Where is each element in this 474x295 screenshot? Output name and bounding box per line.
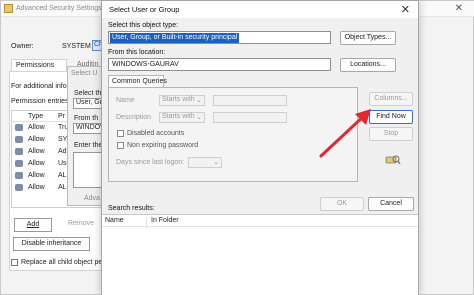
remove-button[interactable]: Remove — [60, 218, 102, 232]
chevron-down-icon: ⌄ — [213, 159, 219, 166]
add-button[interactable]: Add — [14, 218, 52, 232]
entry-type: Allow — [28, 172, 45, 179]
middle-select-label: Select th — [74, 90, 102, 97]
user-icon — [15, 124, 23, 131]
description-query-input[interactable] — [213, 112, 287, 123]
location-field[interactable]: WINDOWS-GAURAV — [108, 58, 331, 71]
column-type[interactable]: Type — [28, 113, 43, 120]
name-match-value: Starts with — [162, 96, 195, 103]
object-types-button[interactable]: Object Types... — [340, 31, 396, 45]
entry-type: Allow — [28, 124, 45, 131]
entry-type: Allow — [28, 160, 45, 167]
name-label: Name — [116, 97, 135, 104]
search-results-list[interactable]: Name In Folder — [102, 214, 418, 295]
entry-type: Allow — [28, 184, 45, 191]
user-icon — [15, 136, 23, 143]
chevron-down-icon: ⌄ — [196, 97, 202, 104]
name-query-input[interactable] — [213, 95, 287, 106]
dialog-title: Select User or Group — [109, 5, 180, 14]
owner-value: SYSTEM — [62, 43, 91, 50]
user-icon — [15, 184, 23, 191]
description-label: Description — [116, 114, 152, 121]
columns-button[interactable]: Columns... — [369, 92, 413, 106]
find-now-button[interactable]: Find Now — [369, 110, 413, 124]
days-since-logon-select[interactable]: ⌄ — [188, 157, 222, 168]
description-match-select[interactable]: Starts with ⌄ — [159, 112, 205, 123]
search-results-icon — [385, 155, 401, 165]
object-type-value: User, Group, or Built-in security princi… — [110, 33, 240, 43]
disabled-accounts-label: Disabled accounts — [127, 130, 185, 137]
user-icon — [15, 148, 23, 155]
object-type-label: Select this object type: — [108, 22, 179, 29]
owner-label: Owner: — [11, 43, 34, 50]
non-expiring-password-label: Non expiring password — [127, 142, 199, 149]
additional-info-text: For additional info — [11, 83, 67, 90]
chevron-down-icon: ⌄ — [196, 114, 202, 121]
replace-child-permissions-checkbox[interactable] — [11, 259, 18, 266]
disable-inheritance-button[interactable]: Disable inheritance — [13, 237, 90, 251]
user-icon — [15, 160, 23, 167]
non-expiring-password-checkbox[interactable] — [117, 142, 124, 149]
object-type-field[interactable]: User, Group, or Built-in security princi… — [108, 31, 331, 44]
results-header: Name In Folder — [102, 215, 418, 229]
locations-button[interactable]: Locations... — [340, 58, 396, 72]
days-since-logon-label: Days since last logon: — [116, 159, 185, 166]
middle-advanced-button[interactable]: Adva — [84, 195, 100, 202]
permission-entries-label: Permission entries: — [11, 98, 71, 105]
red-arrow-annotation — [319, 109, 371, 158]
middle-dialog-title: Select U — [71, 70, 98, 77]
entry-type: Allow — [28, 136, 45, 143]
description-match-value: Starts with — [162, 113, 195, 120]
disabled-accounts-checkbox[interactable] — [117, 130, 124, 137]
tab-permissions[interactable]: Permissions — [11, 59, 67, 71]
column-in-folder[interactable]: In Folder — [151, 217, 179, 224]
close-icon[interactable]: ✕ — [455, 3, 463, 14]
column-principal[interactable]: Pr — [58, 113, 65, 120]
stop-button[interactable]: Stop — [369, 127, 413, 141]
user-icon — [15, 172, 23, 179]
security-shield-icon — [4, 4, 13, 13]
column-name[interactable]: Name — [105, 217, 124, 224]
entry-type: Allow — [28, 148, 45, 155]
middle-from-label: From th — [74, 115, 99, 122]
location-label: From this location: — [108, 49, 166, 56]
close-icon[interactable]: ✕ — [401, 3, 410, 16]
dialog-titlebar: Select User or Group ✕ — [102, 1, 418, 18]
ok-button[interactable]: OK — [320, 197, 364, 211]
column-divider[interactable] — [146, 217, 147, 229]
cancel-button[interactable]: Cancel — [368, 197, 414, 211]
replace-child-permissions-label: Replace all child object pe — [21, 259, 103, 266]
name-match-select[interactable]: Starts with ⌄ — [159, 95, 205, 106]
search-results-label: Search results: — [108, 205, 155, 212]
back-window-title: Advanced Security Settings — [16, 5, 102, 12]
